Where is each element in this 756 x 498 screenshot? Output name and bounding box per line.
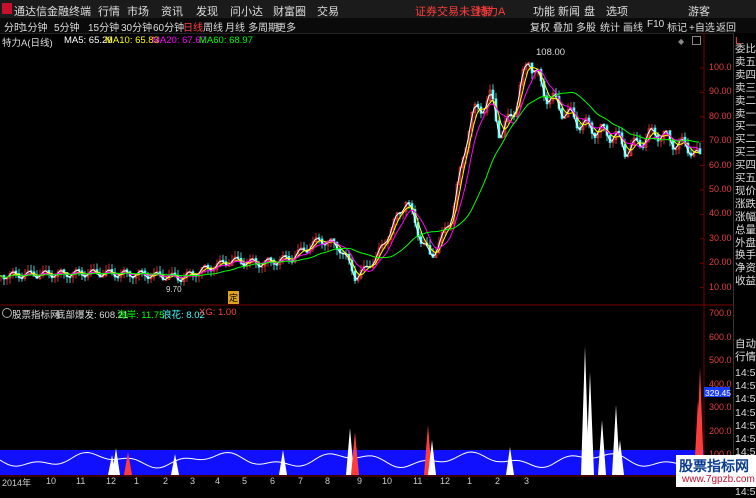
indicator-axis-tick: 200.0 <box>709 425 732 436</box>
xg-label: XG: 1.00 <box>199 307 237 318</box>
indicator-axis-tick: 400.0 <box>709 378 732 389</box>
quote-panel-item[interactable]: 买一 <box>735 120 756 132</box>
price-axis-tick: 30.00 <box>709 232 732 243</box>
expand-icon[interactable] <box>692 36 701 45</box>
indicator-axis-tick: 700.0 <box>709 308 732 318</box>
quote-panel-item[interactable]: 买五 <box>735 172 756 184</box>
quote-panel-item[interactable]: 卖三 <box>735 82 756 94</box>
candlesticks <box>0 61 702 287</box>
quote-panel-item[interactable]: 买二 <box>735 133 756 145</box>
price-grid <box>700 67 704 289</box>
time-axis-label: 2 <box>163 476 169 486</box>
quote-panel-item[interactable]: 涨跌 <box>735 198 756 210</box>
event-marker[interactable]: 定 <box>228 291 240 304</box>
time-axis-label: 10 <box>382 476 393 486</box>
quote-panel-item[interactable]: 买四 <box>735 159 756 171</box>
indicator-toggle-icon[interactable] <box>2 308 12 318</box>
quote-panel-item[interactable]: 总量 <box>735 224 756 236</box>
price-axis-tick: 40.00 <box>709 208 732 219</box>
quote-panel-item[interactable]: 14:5 <box>735 486 755 498</box>
quote-panel-item[interactable]: 14:5 <box>735 433 755 445</box>
time-axis-label: 11 <box>76 476 86 486</box>
price-chart-title: 特力A(日线) <box>2 38 53 49</box>
high-price-label: 108.00 <box>536 47 566 58</box>
quote-panel-item[interactable]: 涨幅 <box>735 211 756 223</box>
indicator-axis-tick: 300.0 <box>709 402 732 412</box>
price-axis-tick: 50.00 <box>709 184 732 194</box>
time-axis-label: 6 <box>270 476 276 486</box>
quote-panel-item[interactable]: 净资 <box>735 262 756 274</box>
indicator-value-tag: 329.45 <box>705 388 731 398</box>
quote-panel-item[interactable]: 14:5 <box>735 380 755 392</box>
ma-line <box>0 92 700 279</box>
time-axis-label: 9 <box>357 476 363 486</box>
watermark-url: www.7gpzb.com <box>682 474 755 485</box>
quote-side-panel: L 委比 卖五 卖四 卖三 卖二 卖一 买一 买二 买三 买四 买五 现价 涨跌 涨幅 总量 外盘 换手 净资 收益自… <box>733 33 756 498</box>
ma60-label: MA60: 68.97 <box>199 35 253 46</box>
quote-panel-item[interactable]: 外盘 <box>735 237 756 249</box>
chart-canvas[interactable] <box>0 0 756 487</box>
quote-panel-item[interactable]: 14:5 <box>735 420 755 432</box>
time-axis-label: 8 <box>325 476 331 486</box>
indicator-axis-tick: 500.0 <box>709 355 732 365</box>
indicator-source: 股票指标网 <box>12 310 60 321</box>
ma20-label: MA20: 67.67 <box>152 35 206 46</box>
price-axis-tick: 70.00 <box>709 135 732 146</box>
quote-panel-item[interactable]: 自动 <box>735 338 756 350</box>
watermark: 股票指标网 www.7gpzb.com <box>676 455 756 487</box>
time-axis-label: 4 <box>215 476 221 486</box>
quote-panel-item[interactable]: 卖四 <box>735 69 756 81</box>
time-axis-label: 11 <box>413 476 423 486</box>
price-axis-tick: 80.00 <box>709 110 732 121</box>
time-axis-label: 1 <box>134 476 140 486</box>
quote-panel-item[interactable]: 卖二 <box>735 95 756 107</box>
ma10-label: MA10: 65.83 <box>105 35 159 46</box>
time-axis-label: 7 <box>298 476 304 486</box>
time-axis-label: 1 <box>467 476 473 486</box>
indicator-axis-tick: 600.0 <box>709 331 732 342</box>
quote-panel-item[interactable]: 买三 <box>735 146 756 158</box>
low-price-label: 9.70 <box>166 285 182 294</box>
settings-icon[interactable]: ◆ <box>678 37 684 46</box>
quote-panel-item[interactable]: 收益 <box>735 275 756 287</box>
moving-averages <box>0 62 700 282</box>
ma-line <box>0 66 700 280</box>
time-axis-label: 12 <box>106 476 117 486</box>
quote-panel-item[interactable]: 14:5 <box>735 393 755 405</box>
candle-body <box>698 148 702 155</box>
indicator-spike <box>598 420 606 475</box>
quote-panel-item[interactable]: 14:5 <box>735 367 755 379</box>
time-axis-label: 12 <box>440 476 451 486</box>
price-axis-tick: 10.00 <box>709 281 732 292</box>
price-axis-tick: 60.00 <box>709 159 732 170</box>
price-axis-tick: 90.00 <box>709 86 732 97</box>
time-axis-label: 2014年 <box>2 478 32 488</box>
quote-panel-item[interactable]: 现价 <box>735 185 756 197</box>
price-axis-tick: 100.0 <box>709 62 732 72</box>
time-axis-label: 5 <box>242 476 248 486</box>
time-axis-label: 10 <box>46 476 57 486</box>
time-axis-label: 3 <box>190 476 196 486</box>
quote-panel-item[interactable]: 委比 <box>735 43 756 55</box>
quote-panel-item[interactable]: 行情 <box>735 351 756 363</box>
time-axis-label: 3 <box>524 476 530 486</box>
quote-panel-item[interactable]: 14:5 <box>735 407 755 419</box>
quote-panel-item[interactable]: 卖一 <box>735 108 756 120</box>
quote-panel-item[interactable]: 卖五 <box>735 56 756 68</box>
price-axis-tick: 20.00 <box>709 257 732 268</box>
time-axis-label: 2 <box>495 476 501 486</box>
quote-panel-item[interactable]: 换手 <box>735 249 756 261</box>
watermark-text: 股票指标网 <box>679 458 749 474</box>
haian-label: 海岸: 11.75 <box>117 310 165 321</box>
ma-line <box>0 69 700 279</box>
indicator-plot <box>0 346 705 475</box>
